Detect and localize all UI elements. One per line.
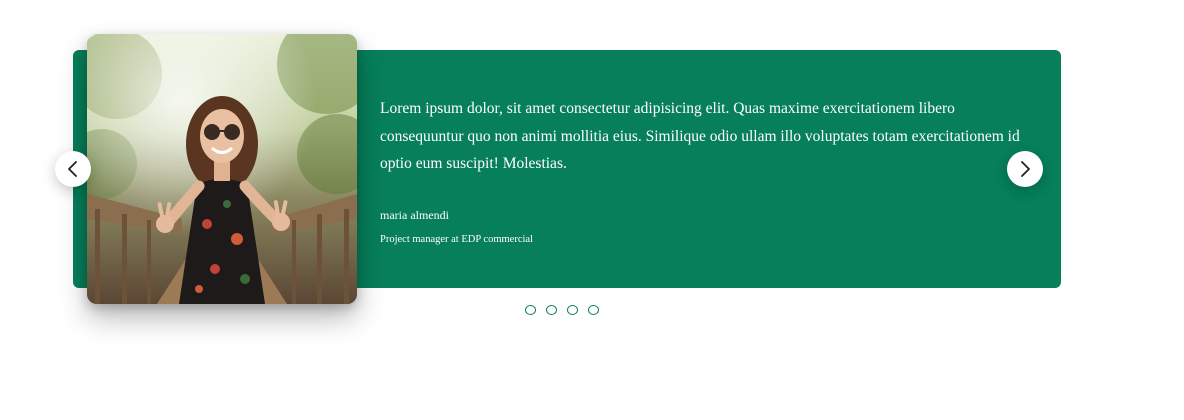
slider-pagination: [525, 305, 599, 315]
pagination-dot-1[interactable]: [525, 305, 536, 315]
testimonial-quote: Lorem ipsum dolor, sit amet consectetur …: [380, 100, 1020, 172]
pagination-dot-2[interactable]: [546, 305, 557, 315]
author-name: maria almendi: [380, 208, 449, 222]
pagination-dot-3[interactable]: [567, 305, 578, 315]
next-slide-button[interactable]: [1007, 151, 1043, 187]
previous-slide-button[interactable]: [55, 151, 91, 187]
author-role: Project manager at EDP commercial: [380, 234, 533, 245]
pagination-dot-4[interactable]: [588, 305, 599, 315]
chevron-right-icon: [1021, 161, 1030, 177]
author-photo: [87, 34, 357, 304]
testimonial-slider: Lorem ipsum dolor, sit amet consectetur …: [0, 0, 1184, 420]
chevron-left-icon: [68, 161, 77, 177]
